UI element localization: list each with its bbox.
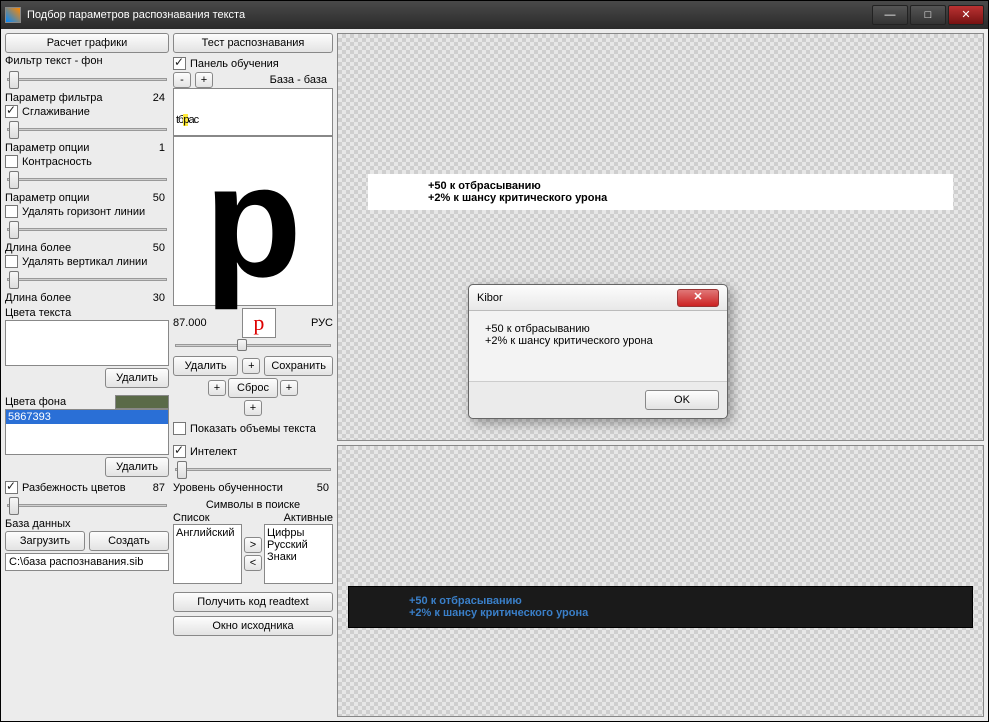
db-load-button[interactable]: Загрузить xyxy=(5,531,85,551)
db-create-button[interactable]: Создать xyxy=(89,531,169,551)
preview-line2: +2% к шансу критического урона xyxy=(428,192,893,204)
reset-button[interactable]: Сброс xyxy=(228,378,278,398)
len-more2-label: Длина более xyxy=(5,292,71,304)
color-spread-value: 87 xyxy=(153,482,169,494)
test-recognition-button[interactable]: Тест распознавания xyxy=(173,33,333,53)
bg-colors-label: Цвета фона xyxy=(5,396,66,408)
learn-level-value: 50 xyxy=(317,482,333,494)
panel-learning-checkbox[interactable]: Панель обучения xyxy=(173,57,333,70)
active-header: Активные xyxy=(255,512,333,524)
plus-button-1[interactable]: + xyxy=(242,358,260,374)
text-colors-label: Цвета текста xyxy=(5,307,169,319)
len-more1-value: 50 xyxy=(153,242,169,254)
get-code-button[interactable]: Получить код readtext xyxy=(173,592,333,612)
list-item[interactable]: Знаки xyxy=(267,551,330,563)
white-text-band: +50 к отбрасыванию +2% к шансу критическ… xyxy=(368,174,953,210)
delete-char-button[interactable]: Удалить xyxy=(173,356,238,376)
symbols-label: Символы в поиске xyxy=(173,499,333,511)
preview-line2-dark: +2% к шансу критического урона xyxy=(409,607,912,619)
plus-button-3[interactable]: + xyxy=(280,380,298,396)
param-option1-value: 1 xyxy=(159,142,169,154)
preview-bottom[interactable]: +50 к отбрасыванию +2% к шансу критическ… xyxy=(337,445,984,717)
calc-graphics-button[interactable]: Расчет графики xyxy=(5,33,169,53)
param-filter-value: 24 xyxy=(153,92,169,104)
db-label: База данных xyxy=(5,518,169,530)
move-left-button[interactable]: < xyxy=(244,555,262,571)
base-label: База - база xyxy=(270,74,327,86)
preview-line1: +50 к отбрасыванию xyxy=(428,180,893,192)
confidence-value: 87.000 xyxy=(173,317,207,329)
smoothing-slider[interactable] xyxy=(5,118,169,140)
letter-slider[interactable] xyxy=(173,338,333,354)
show-volumes-checkbox[interactable]: Показать объемы текста xyxy=(173,422,333,435)
kibor-dialog: Kibor ✕ +50 к отбрасыванию +2% к шансу к… xyxy=(468,284,728,419)
param-option2-label: Параметр опции xyxy=(5,192,89,204)
lang-label: РУС xyxy=(311,317,333,329)
base-minus-button[interactable]: - xyxy=(173,72,191,88)
big-letter-preview: p xyxy=(173,136,333,306)
small-letter-preview: р xyxy=(242,308,276,338)
intellect-slider[interactable] xyxy=(173,458,333,480)
dark-text-band: +50 к отбрасыванию +2% к шансу критическ… xyxy=(348,586,973,628)
dialog-line2: +2% к шансу критического урона xyxy=(485,335,711,347)
list-item[interactable]: Английский xyxy=(176,527,239,539)
bg-colors-list[interactable]: 5867393 xyxy=(5,409,169,455)
filter-label: Фильтр текст - фон xyxy=(5,55,169,67)
param-filter-label: Параметр фильтра xyxy=(5,92,103,104)
bg-colors-delete-button[interactable]: Удалить xyxy=(105,457,169,477)
plus-button-4[interactable]: + xyxy=(244,400,262,416)
dialog-titlebar[interactable]: Kibor ✕ xyxy=(469,285,727,311)
param-option1-label: Параметр опции xyxy=(5,142,89,154)
base-plus-button[interactable]: + xyxy=(195,72,213,88)
contrast-checkbox[interactable]: Контрасность xyxy=(5,155,169,168)
bg-color-item[interactable]: 5867393 xyxy=(6,410,168,424)
vert-slider[interactable] xyxy=(5,268,169,290)
main-window: Подбор параметров распознавания текста —… xyxy=(0,0,989,722)
plus-button-2[interactable]: + xyxy=(208,380,226,396)
minimize-button[interactable]: — xyxy=(872,5,908,25)
param-option2-value: 50 xyxy=(153,192,169,204)
color-spread-slider[interactable] xyxy=(5,494,169,516)
move-right-button[interactable]: > xyxy=(244,537,262,553)
preview-line1-dark: +50 к отбрасыванию xyxy=(409,595,912,607)
list-item[interactable]: Русский xyxy=(267,539,330,551)
sample-word-preview: tбрас xyxy=(173,88,333,136)
db-path-field[interactable]: C:\база распознавания.sib xyxy=(5,553,169,571)
learn-level-label: Уровень обученности xyxy=(173,482,283,494)
del-horiz-checkbox[interactable]: Удалять горизонт линии xyxy=(5,205,169,218)
close-button[interactable]: ✕ xyxy=(948,5,984,25)
len-more1-label: Длина более xyxy=(5,242,71,254)
app-icon xyxy=(5,7,21,23)
dialog-line1: +50 к отбрасыванию xyxy=(485,323,711,335)
intellect-checkbox[interactable]: Интелект xyxy=(173,445,333,458)
smoothing-checkbox[interactable]: Сглаживание xyxy=(5,105,169,118)
del-vert-checkbox[interactable]: Удалять вертикал линии xyxy=(5,255,169,268)
bg-color-swatch xyxy=(115,395,169,409)
list-item[interactable]: Цифры xyxy=(267,527,330,539)
dialog-close-button[interactable]: ✕ xyxy=(677,289,719,307)
dialog-title: Kibor xyxy=(477,292,503,304)
len-more2-value: 30 xyxy=(153,292,169,304)
source-window-button[interactable]: Окно исходника xyxy=(173,616,333,636)
maximize-button[interactable]: □ xyxy=(910,5,946,25)
filter-slider[interactable] xyxy=(5,68,169,90)
dialog-ok-button[interactable]: OK xyxy=(645,390,719,410)
text-colors-delete-button[interactable]: Удалить xyxy=(105,368,169,388)
list-header: Список xyxy=(173,512,251,524)
window-title: Подбор параметров распознавания текста xyxy=(27,9,245,21)
save-char-button[interactable]: Сохранить xyxy=(264,356,333,376)
color-spread-checkbox[interactable]: Разбежность цветов xyxy=(5,481,126,494)
text-colors-list[interactable] xyxy=(5,320,169,366)
symbols-list[interactable]: Английский xyxy=(173,524,242,584)
titlebar[interactable]: Подбор параметров распознавания текста —… xyxy=(1,1,988,29)
horiz-slider[interactable] xyxy=(5,218,169,240)
contrast-slider[interactable] xyxy=(5,168,169,190)
active-list[interactable]: Цифры Русский Знаки xyxy=(264,524,333,584)
preview-top[interactable]: +50 к отбрасыванию +2% к шансу критическ… xyxy=(337,33,984,441)
